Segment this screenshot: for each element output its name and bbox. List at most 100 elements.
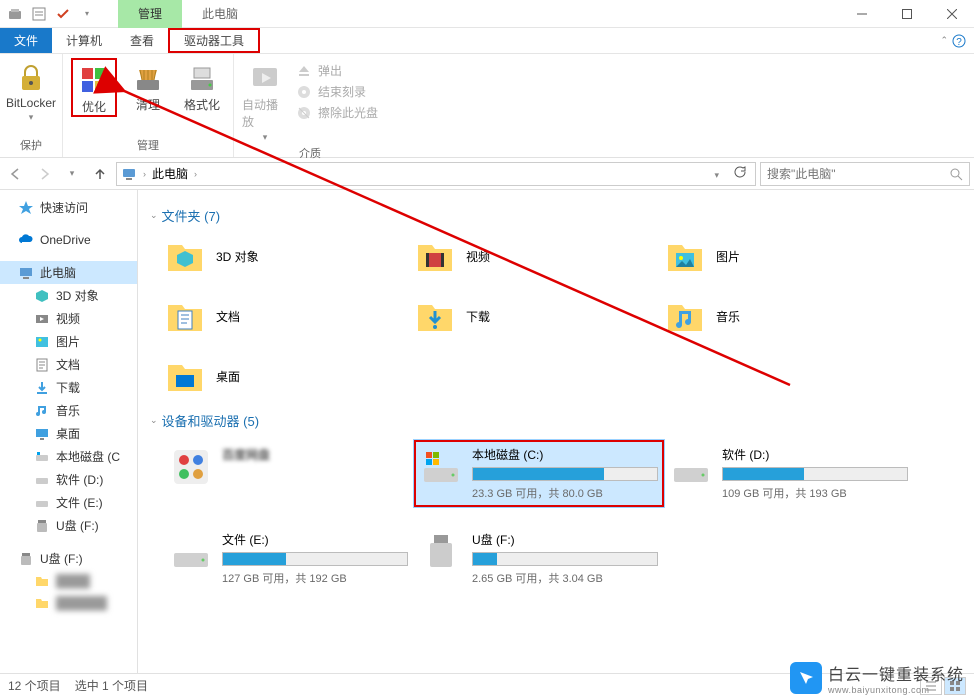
tab-manage[interactable]: 管理 [118,0,182,28]
tab-this-pc: 此电脑 [182,0,258,28]
search-icon [949,167,963,181]
tree-documents[interactable]: 文档 [0,353,137,376]
drive-d[interactable]: 软件 (D:) 109 GB 可用，共 193 GB [664,440,914,507]
watermark: 白云一键重装系统 www.baiyunxitong.com [790,661,964,695]
drive-f-bar [472,552,658,566]
qat-dropdown-icon[interactable]: ▾ [76,3,98,25]
pc-icon [18,265,34,281]
maximize-button[interactable] [884,0,929,28]
bitlocker-button[interactable]: BitLocker ▾ [8,58,54,123]
titlebar: ▾ 管理 此电脑 [0,0,974,28]
minimize-button[interactable] [839,0,884,28]
pc-icon [121,166,137,182]
erase-button: 擦除此光盘 [296,104,378,121]
help-icon[interactable]: ? [952,34,966,48]
content-pane[interactable]: ⌄文件夹 (7) 3D 对象 视频 图片 文档 下载 [138,190,974,673]
drive-f[interactable]: U盘 (F:) 2.65 GB 可用，共 3.04 GB [414,525,664,592]
up-button[interactable] [88,162,112,186]
format-button[interactable]: 格式化 [179,58,225,113]
section-folders[interactable]: ⌄文件夹 (7) [150,206,962,225]
optimize-icon [78,64,110,96]
tree-quick-access[interactable]: 快速访问 [0,196,137,219]
tree-onedrive[interactable]: OneDrive [0,229,137,251]
cube-icon [34,288,50,304]
folder-music[interactable]: 音乐 [664,295,914,337]
ribbon-collapse[interactable]: ⌃ ? [940,28,974,53]
section-devices[interactable]: ⌄设备和驱动器 (5) [150,411,962,430]
tree-usb-f[interactable]: U盘 (F:) [0,514,137,537]
disc-erase-icon [296,105,312,121]
drive-c[interactable]: 本地磁盘 (C:) 23.3 GB 可用，共 80.0 GB [414,440,664,507]
search-input[interactable] [767,167,943,181]
back-button[interactable] [4,162,28,186]
tree-files-e[interactable]: 文件 (E:) [0,491,137,514]
tree-pictures[interactable]: 图片 [0,330,137,353]
refresh-button[interactable] [729,165,751,182]
app-icon[interactable] [4,3,26,25]
tree-3d-objects[interactable]: 3D 对象 [0,284,137,307]
tree-local-c[interactable]: 本地磁盘 (C [0,445,137,468]
ribbon-group-protect: BitLocker ▾ 保护 [0,54,63,157]
tree-folder-blur-1[interactable]: ████ [0,570,137,592]
nav-tree[interactable]: 快速访问 OneDrive 此电脑 3D 对象 视频 图片 文档 下载 音乐 桌… [0,190,138,673]
drive-c-bar [472,467,658,481]
svg-text:?: ? [956,37,962,48]
quick-access-toolbar: ▾ [0,3,98,25]
cloud-icon [18,232,34,248]
tree-usb-f-root[interactable]: U盘 (F:) [0,547,137,570]
menubar: 文件 计算机 查看 驱动器工具 ⌃ ? [0,28,974,54]
optimize-button[interactable]: 优化 [71,58,117,117]
ribbon: BitLocker ▾ 保护 优化 清理 [0,54,974,158]
music-icon [34,403,50,419]
drive-e[interactable]: 文件 (E:) 127 GB 可用，共 192 GB [164,525,414,592]
ribbon-group-media: 自动播放 ▾ 弹出 结束刻录 擦除此光盘 介质 [234,54,386,157]
folder-desktop[interactable]: 桌面 [164,355,414,397]
menu-file[interactable]: 文件 [0,28,52,53]
tree-downloads[interactable]: 下载 [0,376,137,399]
properties-icon[interactable] [28,3,50,25]
drive-e-icon [170,531,212,573]
finalize-button: 结束刻录 [296,83,378,100]
menu-computer[interactable]: 计算机 [52,28,116,53]
tree-thispc[interactable]: 此电脑 [0,261,137,284]
checkmark-icon[interactable] [52,3,74,25]
tree-folder-blur-2[interactable]: ██████ [0,592,137,614]
close-button[interactable] [929,0,974,28]
tree-desktop[interactable]: 桌面 [0,422,137,445]
format-icon [186,62,218,94]
tree-software-d[interactable]: 软件 (D:) [0,468,137,491]
autoplay-icon [249,62,281,94]
tree-videos[interactable]: 视频 [0,307,137,330]
folder-download-icon [414,295,456,337]
cleanup-button[interactable]: 清理 [125,58,171,113]
folder-downloads[interactable]: 下载 [414,295,664,337]
recent-dropdown[interactable]: ▾ [60,162,84,186]
star-icon [18,200,34,216]
status-count: 12 个项目 [8,677,61,694]
menu-view[interactable]: 查看 [116,28,168,53]
menu-drive-tools[interactable]: 驱动器工具 [168,28,260,53]
folder-pictures[interactable]: 图片 [664,235,914,277]
picture-icon [34,334,50,350]
tree-music[interactable]: 音乐 [0,399,137,422]
search-box[interactable] [760,162,970,186]
bitlocker-icon [15,62,47,94]
folder-doc-icon [164,295,206,337]
body: 快速访问 OneDrive 此电脑 3D 对象 视频 图片 文档 下载 音乐 桌… [0,190,974,673]
folder-videos[interactable]: 视频 [414,235,664,277]
drive-icon [34,449,50,465]
breadcrumb-thispc[interactable]: 此电脑 [152,165,188,182]
desktop-icon [34,426,50,442]
drive-netdisk[interactable]: 百度网盘 [164,440,414,507]
address-bar[interactable]: › 此电脑 › ▾ [116,162,756,186]
netdisk-icon [170,446,212,488]
folder-music-icon [664,295,706,337]
disc-finalize-icon [296,84,312,100]
address-row: ▾ › 此电脑 › ▾ [0,158,974,190]
folder-documents[interactable]: 文档 [164,295,414,337]
status-selected: 选中 1 个项目 [75,677,148,694]
folder-video-icon [414,235,456,277]
cleanup-icon [132,62,164,94]
address-dropdown[interactable]: ▾ [710,167,723,181]
folder-3d-objects[interactable]: 3D 对象 [164,235,414,277]
